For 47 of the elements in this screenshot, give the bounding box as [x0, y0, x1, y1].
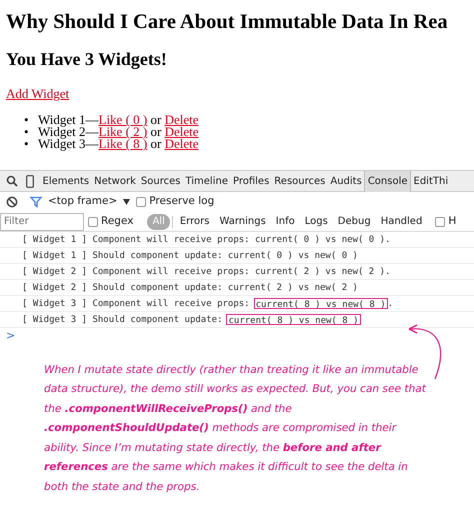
log-level-filter[interactable]: Handled [376, 214, 428, 230]
devtools-tab[interactable]: Console [364, 170, 412, 192]
device-icon[interactable] [26, 174, 34, 188]
log-level-filter[interactable]: Info [270, 214, 300, 230]
log-text: [ Widget 1 ] Component will receive props: current( 0 ) vs new( 0 ). [22, 234, 390, 246]
devtools-tab[interactable]: Audits [328, 170, 364, 192]
devtools-tab[interactable]: Elements [40, 170, 92, 192]
log-level-filter[interactable]: Logs [300, 214, 333, 230]
hidden-option-checkbox[interactable] [435, 216, 446, 227]
devtools-tab[interactable]: Network [92, 170, 138, 192]
widget-name: Widget 1 [38, 112, 86, 128]
regex-label: Regex [101, 214, 134, 229]
highlight-box: current( 8 ) vs new( 8 ) [226, 314, 361, 326]
add-widget-link[interactable]: Add Widget [6, 86, 70, 102]
log-text: . [388, 298, 394, 310]
filter-icon[interactable] [30, 196, 42, 208]
devtools-tab[interactable]: Profiles [230, 170, 272, 192]
devtools-tab[interactable]: Resources [272, 170, 328, 192]
like-link[interactable]: Like ( 0 ) [98, 112, 148, 128]
log-level-filter[interactable]: Debug [332, 214, 376, 230]
log-text: [ Widget 3 ] Component will receive props: [22, 298, 250, 310]
devtools-tab[interactable]: EditThi [411, 170, 451, 192]
dropdown-icon[interactable] [123, 199, 130, 206]
console-prompt[interactable]: > [0, 328, 474, 345]
page-title: Why Should I Care About Immutable Data In Rea [6, 10, 449, 35]
clear-icon[interactable] [6, 196, 18, 208]
log-text: [ Widget 2 ] Should component update: current( 2 ) vs new( 2 ) [22, 282, 358, 294]
search-icon[interactable] [6, 175, 18, 188]
preserve-log-label: Preserve log [149, 194, 214, 210]
frame-select[interactable]: <top frame> [48, 194, 118, 210]
log-level-filter[interactable]: Warnings [214, 214, 271, 230]
devtools-tab[interactable]: Sources [138, 170, 183, 192]
widget-count-heading: You Have 3 Widgets! [6, 48, 168, 70]
bullet: • [24, 138, 30, 150]
regex-checkbox[interactable] [88, 216, 98, 227]
bullet: • [24, 126, 30, 138]
bullet: • [24, 114, 30, 126]
highlight-box: current( 8 ) vs new( 8 ) [254, 298, 388, 310]
filter-field[interactable]: Filter [0, 212, 84, 231]
annotation-text: When I mutate state directly (rather than treating it like an immutable data structure), the demo still works as expected. But, you can see that the .componentWillReceiveProps() and the .componentShouldUpdate() methods are compromised in their ability. Since I’m mutating state directly, the before and after references are the same which makes it difficult to see the delta in both the state and the props. [44, 362, 428, 495]
hidden-option-label: H [448, 214, 456, 229]
log-text: [ Widget 3 ] Should component update: [22, 314, 222, 326]
preserve-log-checkbox[interactable] [136, 197, 146, 208]
log-text: [ Widget 2 ] Component will receive props: current( 2 ) vs new( 2 ). [22, 266, 390, 278]
log-text: [ Widget 1 ] Should component update: current( 0 ) vs new( 0 ) [22, 250, 358, 262]
log-level-filter[interactable]: Errors [174, 214, 214, 230]
devtools-tab[interactable]: Timeline [182, 170, 230, 192]
